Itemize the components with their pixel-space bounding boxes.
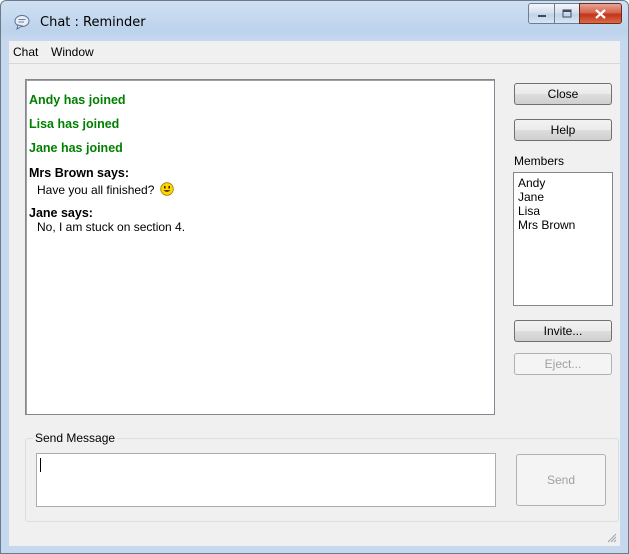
member-item[interactable]: Andy (518, 176, 545, 190)
eject-button[interactable]: Eject... (514, 353, 612, 375)
join-notice: Andy has joined (29, 93, 126, 107)
member-item[interactable]: Mrs Brown (518, 218, 575, 232)
message-text: Have you all finished? (37, 183, 155, 197)
resize-grip-icon[interactable] (606, 532, 617, 543)
message-text-row: Have you all finished? (37, 182, 174, 197)
message-input[interactable] (36, 453, 496, 507)
message-text: No, I am stuck on section 4. (37, 220, 186, 234)
minimize-button[interactable] (528, 3, 555, 24)
message-speaker: Mrs Brown says: (29, 166, 130, 180)
menu-chat[interactable]: Chat (13, 45, 38, 59)
menu-window[interactable]: Window (51, 45, 94, 59)
maximize-button[interactable] (555, 3, 579, 24)
member-item[interactable]: Jane (518, 190, 544, 204)
window-title: Chat : Reminder (40, 15, 146, 30)
member-item[interactable]: Lisa (518, 204, 540, 218)
send-button[interactable]: Send (516, 454, 606, 506)
join-notice: Jane has joined (29, 141, 123, 155)
menu-bar: Chat Window (9, 41, 620, 64)
chat-window: Chat : Reminder Chat Window Andy has joi… (0, 0, 629, 554)
smiley-icon (160, 182, 174, 196)
join-notice: Lisa has joined (29, 117, 120, 131)
members-list[interactable]: Andy Jane Lisa Mrs Brown (513, 172, 613, 306)
client-area: Andy has joined Lisa has joined Jane has… (9, 64, 620, 546)
title-bar[interactable]: Chat : Reminder (1, 1, 628, 41)
send-message-label: Send Message (33, 431, 118, 445)
message-speaker: Jane says: (29, 206, 93, 220)
invite-button[interactable]: Invite... (514, 320, 612, 342)
close-icon (595, 8, 606, 19)
maximize-icon (562, 9, 572, 18)
minimize-icon (537, 14, 546, 17)
close-button[interactable]: Close (514, 83, 612, 105)
chat-bubble-icon (14, 15, 30, 30)
members-label: Members (514, 154, 565, 168)
window-close-button[interactable] (579, 3, 622, 24)
chat-log[interactable]: Andy has joined Lisa has joined Jane has… (25, 79, 495, 415)
window-controls (528, 3, 622, 24)
text-caret (40, 458, 41, 472)
help-button[interactable]: Help (514, 119, 612, 141)
